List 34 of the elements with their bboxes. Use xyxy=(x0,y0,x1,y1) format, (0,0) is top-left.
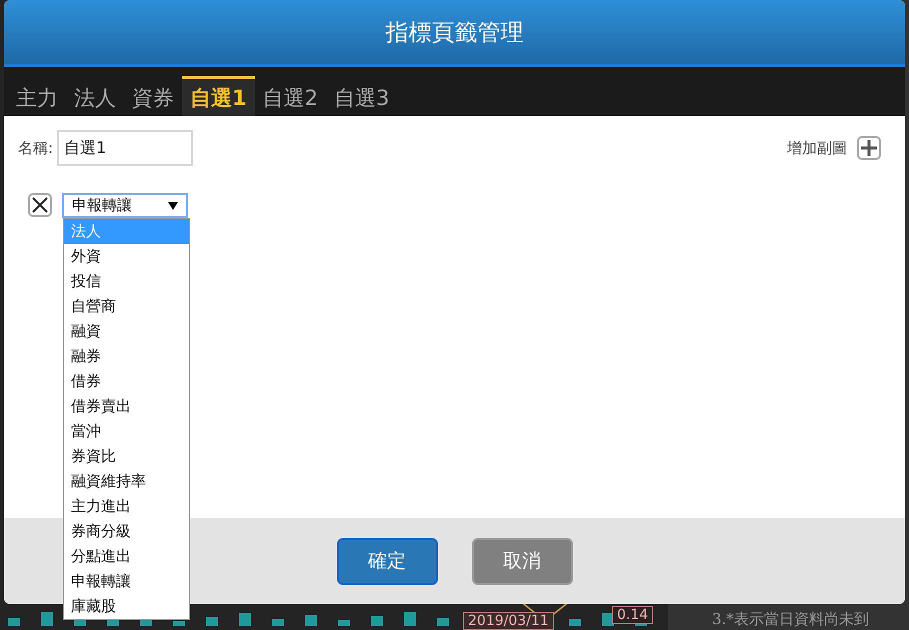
dropdown-option[interactable]: 分點進出 xyxy=(64,544,189,569)
dropdown-option[interactable]: 自營商 xyxy=(64,294,189,319)
close-icon[interactable] xyxy=(28,193,52,217)
dropdown-option[interactable]: 投信 xyxy=(64,269,189,294)
add-chart-label: 增加副圖 xyxy=(787,138,847,158)
dropdown-option[interactable]: 融資 xyxy=(64,319,189,344)
dropdown-option[interactable]: 外資 xyxy=(64,244,189,269)
dropdown-option[interactable]: 當沖 xyxy=(64,419,189,444)
indicator-select[interactable]: 申報轉讓 xyxy=(62,193,188,218)
caret-icon xyxy=(168,202,178,210)
name-input[interactable]: 自選1 xyxy=(57,130,194,166)
plus-icon[interactable] xyxy=(857,136,881,160)
tab[interactable]: 主力 xyxy=(8,76,66,116)
value-tag: 0.14 xyxy=(612,606,654,624)
dropdown-option[interactable]: 融資維持率 xyxy=(64,469,189,494)
tab[interactable]: 法人 xyxy=(66,76,124,116)
cancel-button[interactable]: 取消 xyxy=(472,538,572,584)
tab[interactable]: 自選2 xyxy=(254,76,326,116)
dropdown-option[interactable]: 券商分級 xyxy=(64,519,189,544)
confirm-button[interactable]: 確定 xyxy=(336,538,438,584)
note-text: 3.*表示當日資料尚未到 xyxy=(712,610,869,629)
tab[interactable]: 自選3 xyxy=(326,76,398,116)
dropdown-option[interactable]: 券資比 xyxy=(64,444,189,469)
tab[interactable]: 資券 xyxy=(124,76,182,116)
name-label: 名稱: xyxy=(18,138,54,158)
date-tag: 2019/03/11 xyxy=(463,612,554,630)
dropdown-option[interactable]: 借券 xyxy=(64,369,189,394)
dropdown-option[interactable]: 借券賣出 xyxy=(64,394,189,419)
tab[interactable]: 自選1 xyxy=(182,76,255,116)
dialog-title: 指標頁籤管理 xyxy=(386,18,524,48)
dropdown-option[interactable]: 庫藏股 xyxy=(64,594,189,619)
dropdown-option[interactable]: 申報轉讓 xyxy=(64,569,189,594)
dropdown-option[interactable]: 主力進出 xyxy=(64,494,189,519)
dropdown-option[interactable]: 融券 xyxy=(64,344,189,369)
